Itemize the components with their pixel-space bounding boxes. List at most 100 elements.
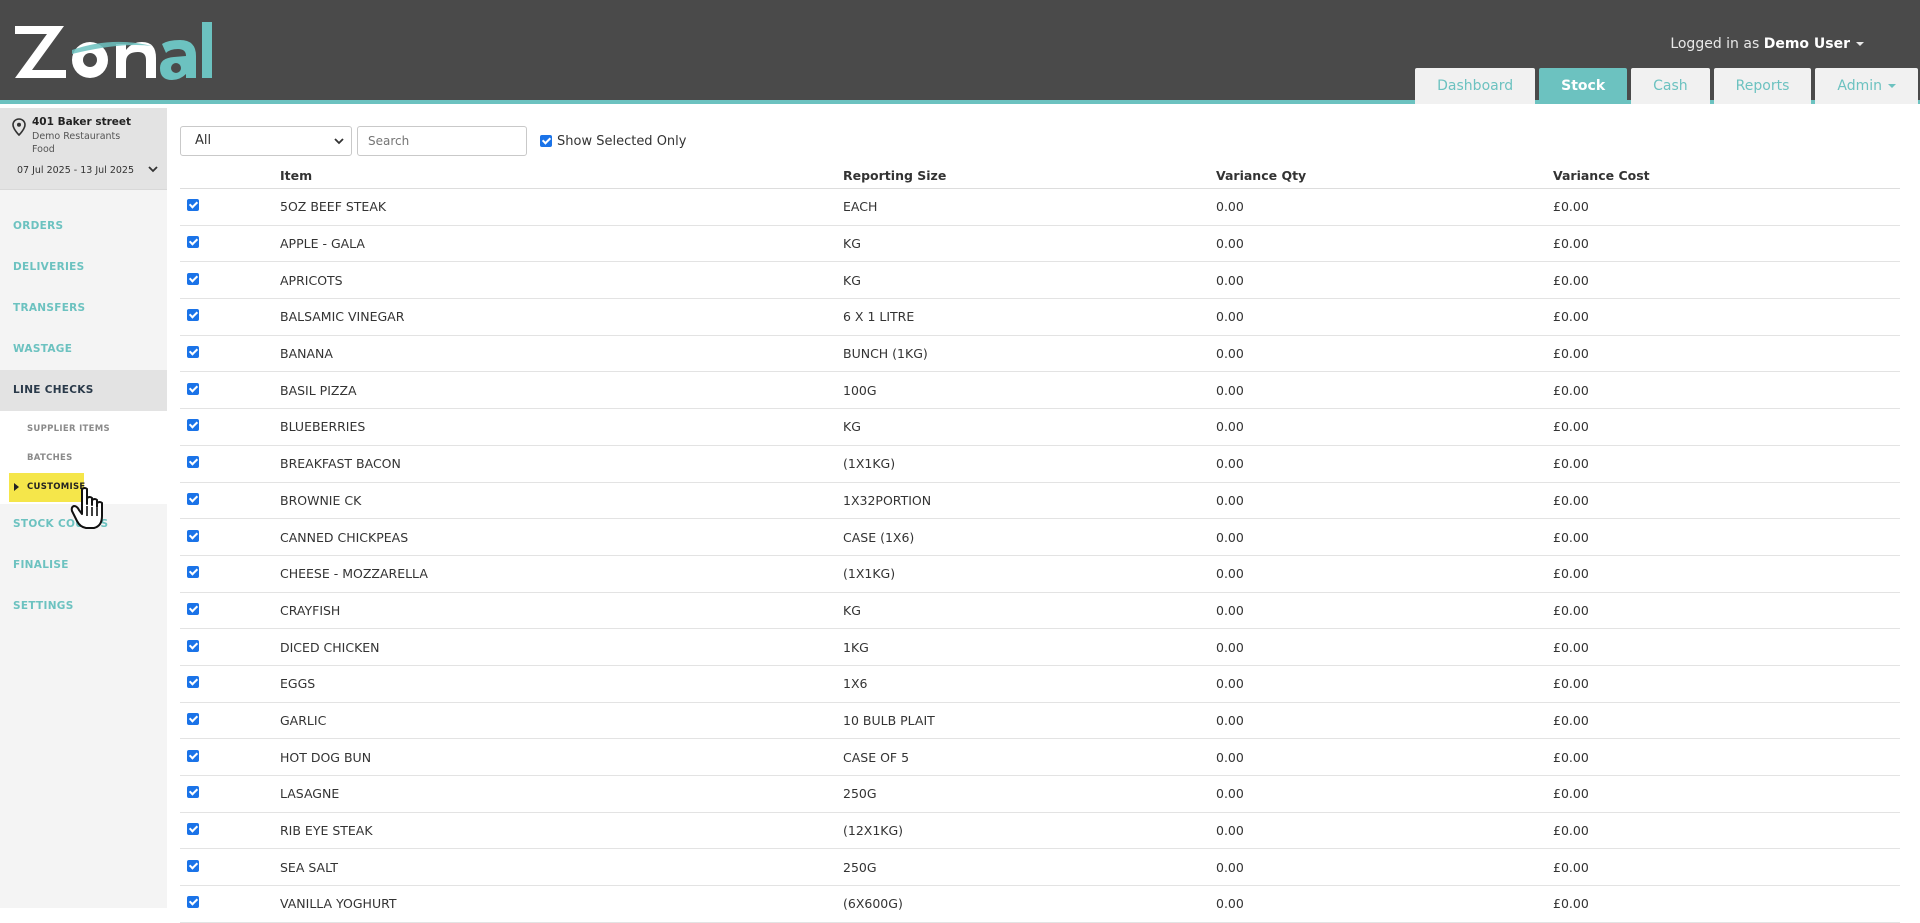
chevron-down-icon[interactable] <box>147 163 159 175</box>
variance-cost: £0.00 <box>1553 566 1589 582</box>
reporting-size: 100G <box>843 382 877 398</box>
row-checkbox[interactable] <box>187 823 199 836</box>
table-row[interactable]: BREAKFAST BACON (1X1KG) 0.00 £0.00 <box>180 446 1900 483</box>
variance-qty: 0.00 <box>1216 823 1244 839</box>
sidebar-item-settings[interactable]: SETTINGS <box>0 586 167 627</box>
tab-stock[interactable]: Stock <box>1539 68 1628 104</box>
search-input[interactable] <box>357 126 527 156</box>
row-checkbox[interactable] <box>187 786 199 799</box>
row-checkbox[interactable] <box>187 456 199 469</box>
column-header-variance-qty[interactable]: Variance Qty <box>1216 168 1553 183</box>
top-header: Logged in as Demo User Dashboard Stock C… <box>0 0 1920 104</box>
table-row[interactable]: BLUEBERRIES KG 0.00 £0.00 <box>180 409 1900 446</box>
variance-qty: 0.00 <box>1216 566 1244 582</box>
table-row[interactable]: BASIL PIZZA 100G 0.00 £0.00 <box>180 372 1900 410</box>
zonal-logo[interactable] <box>12 20 218 84</box>
item-name: GARLIC <box>280 712 327 728</box>
row-checkbox[interactable] <box>187 419 199 432</box>
column-header-item[interactable]: Item <box>280 168 843 183</box>
sidebar-subitem-supplier-items[interactable]: SUPPLIER ITEMS <box>0 415 167 444</box>
row-checkbox[interactable] <box>187 309 199 322</box>
row-checkbox[interactable] <box>187 896 199 909</box>
table-row[interactable]: CRAYFISH KG 0.00 £0.00 <box>180 593 1900 630</box>
show-selected-checkbox[interactable] <box>540 135 552 147</box>
tab-cash[interactable]: Cash <box>1631 68 1710 104</box>
variance-cost: £0.00 <box>1553 859 1589 875</box>
variance-qty: 0.00 <box>1216 712 1244 728</box>
table-row[interactable]: APPLE - GALA KG 0.00 £0.00 <box>180 226 1900 263</box>
table-row[interactable]: EGGS 1X6 0.00 £0.00 <box>180 666 1900 703</box>
table-row[interactable]: RIB EYE STEAK (12X1KG) 0.00 £0.00 <box>180 813 1900 850</box>
row-checkbox[interactable] <box>187 529 199 542</box>
reporting-size: (1X1KG) <box>843 566 896 582</box>
variance-cost: £0.00 <box>1553 712 1589 728</box>
sidebar-item-transfers[interactable]: TRANSFERS <box>0 288 167 329</box>
reporting-size: (6X600G) <box>843 896 903 912</box>
row-checkbox[interactable] <box>187 749 199 762</box>
variance-qty: 0.00 <box>1216 859 1244 875</box>
row-checkbox[interactable] <box>187 346 199 359</box>
row-checkbox[interactable] <box>187 566 199 579</box>
chevron-down-icon <box>334 138 344 145</box>
site-selector[interactable]: 401 Baker street Demo Restaurants Food 0… <box>0 108 167 190</box>
row-select-cell <box>180 309 280 324</box>
row-checkbox[interactable] <box>187 199 199 212</box>
table-row[interactable]: DICED CHICKEN 1KG 0.00 £0.00 <box>180 629 1900 666</box>
reporting-size: EACH <box>843 199 878 215</box>
table-row[interactable]: BROWNIE CK 1X32PORTION 0.00 £0.00 <box>180 483 1900 520</box>
row-checkbox[interactable] <box>187 712 199 725</box>
sidebar-item-line-checks[interactable]: LINE CHECKS <box>0 370 167 411</box>
site-org: Demo Restaurants <box>32 131 121 142</box>
column-header-reporting-size[interactable]: Reporting Size <box>843 168 1216 183</box>
variance-qty: 0.00 <box>1216 199 1244 215</box>
table-row[interactable]: VANILLA YOGHURT (6X600G) 0.00 £0.00 <box>180 886 1900 923</box>
logged-in-user[interactable]: Logged in as Demo User <box>1670 36 1864 52</box>
reporting-size: 6 X 1 LITRE <box>843 309 915 325</box>
date-range: 07 Jul 2025 - 13 Jul 2025 <box>17 165 135 176</box>
table-row[interactable]: BALSAMIC VINEGAR 6 X 1 LITRE 0.00 £0.00 <box>180 299 1900 336</box>
table-row[interactable]: GARLIC 10 BULB PLAIT 0.00 £0.00 <box>180 703 1900 740</box>
row-checkbox[interactable] <box>187 272 199 285</box>
column-header-variance-cost[interactable]: Variance Cost <box>1553 168 1893 183</box>
reporting-size: (1X1KG) <box>843 456 896 472</box>
reporting-size: KG <box>843 236 861 252</box>
table-row[interactable]: APRICOTS KG 0.00 £0.00 <box>180 262 1900 300</box>
variance-qty: 0.00 <box>1216 492 1244 508</box>
site-details: Demo Restaurants Food <box>32 130 120 156</box>
sidebar-item-deliveries[interactable]: DELIVERIES <box>0 247 167 288</box>
location-pin-icon <box>12 118 26 136</box>
row-checkbox[interactable] <box>187 602 199 615</box>
table-row[interactable]: CANNED CHICKPEAS CASE (1X6) 0.00 £0.00 <box>180 519 1900 556</box>
table-body: 5OZ BEEF STEAK EACH 0.00 £0.00 APPLE - GALA K… <box>180 189 1900 923</box>
variance-cost: £0.00 <box>1553 823 1589 839</box>
variance-qty: 0.00 <box>1216 602 1244 618</box>
item-name: LASAGNE <box>280 786 340 802</box>
row-checkbox[interactable] <box>187 382 199 395</box>
table-row[interactable]: 5OZ BEEF STEAK EACH 0.00 £0.00 <box>180 189 1900 226</box>
reporting-size: 1X6 <box>843 676 868 692</box>
row-checkbox[interactable] <box>187 676 199 689</box>
row-checkbox[interactable] <box>187 492 199 505</box>
show-selected-toggle[interactable]: Show Selected Only <box>540 134 686 149</box>
table-row[interactable]: CHEESE - MOZZARELLA (1X1KG) 0.00 £0.00 <box>180 556 1900 593</box>
table-row[interactable]: HOT DOG BUN CASE OF 5 0.00 £0.00 <box>180 739 1900 776</box>
variance-cost: £0.00 <box>1553 382 1589 398</box>
row-checkbox[interactable] <box>187 859 199 872</box>
tab-admin[interactable]: Admin <box>1815 68 1918 104</box>
tab-reports[interactable]: Reports <box>1713 68 1812 104</box>
table-row[interactable]: SEA SALT 250G 0.00 £0.00 <box>180 849 1900 887</box>
sidebar-item-wastage[interactable]: WASTAGE <box>0 329 167 370</box>
row-checkbox[interactable] <box>187 639 199 652</box>
tab-dashboard[interactable]: Dashboard <box>1415 68 1536 104</box>
sidebar-item-orders[interactable]: ORDERS <box>0 206 167 247</box>
row-checkbox[interactable] <box>187 236 199 249</box>
category-select[interactable]: All <box>180 126 352 156</box>
sidebar-subitem-batches[interactable]: BATCHES <box>0 444 167 473</box>
sidebar-item-finalise[interactable]: FINALISE <box>0 545 167 586</box>
logged-in-prefix: Logged in as <box>1670 36 1760 52</box>
row-select-cell <box>180 529 280 545</box>
table-row[interactable]: LASAGNE 250G 0.00 £0.00 <box>180 776 1900 813</box>
item-name: APPLE - GALA <box>280 236 365 252</box>
main-nav: Dashboard Stock Cash Reports Admin <box>1415 68 1918 104</box>
table-row[interactable]: BANANA BUNCH (1KG) 0.00 £0.00 <box>180 336 1900 373</box>
